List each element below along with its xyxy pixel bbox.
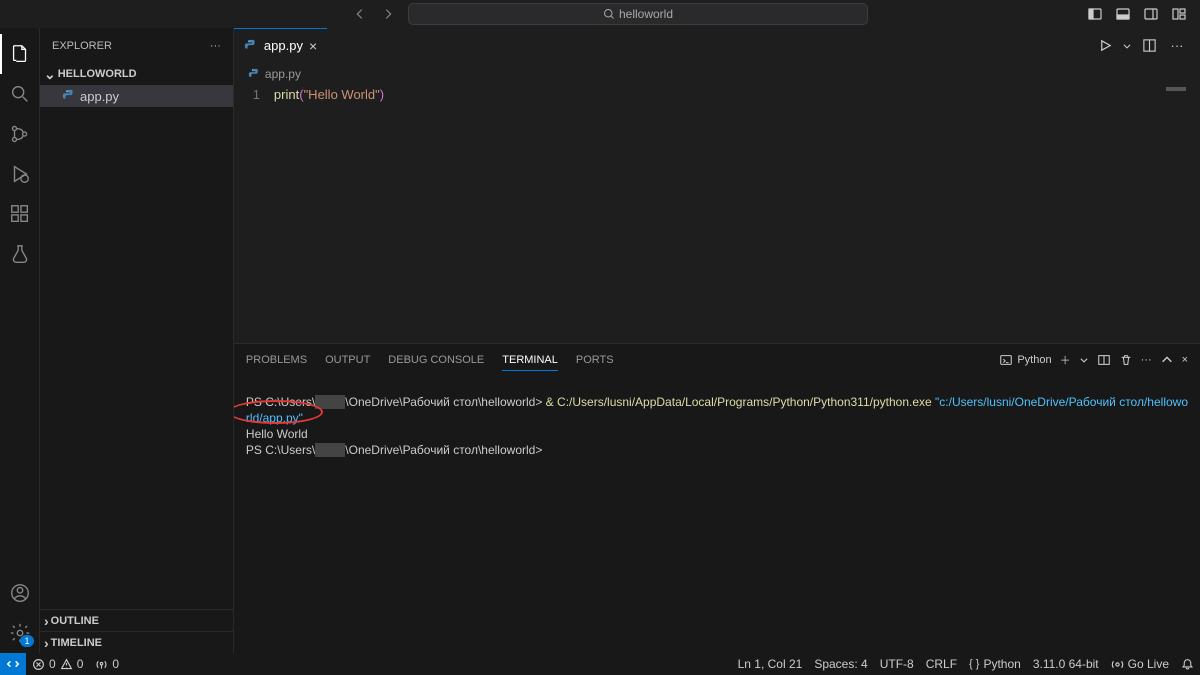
folder-name: HELLOWORLD [58, 68, 137, 80]
toggle-secondary-sidebar-icon[interactable] [1138, 2, 1164, 26]
file-item-app-py[interactable]: app.py [40, 85, 233, 107]
panel-tab-ports[interactable]: PORTS [576, 350, 614, 370]
activity-scm[interactable] [0, 114, 40, 154]
title-bar: helloworld [0, 0, 1200, 28]
activity-bar: 1 [0, 28, 40, 653]
editor-tabs: app.py × ··· [234, 28, 1200, 63]
manage-badge: 1 [20, 635, 33, 647]
panel-tab-debug[interactable]: DEBUG CONSOLE [388, 350, 484, 370]
remote-icon [6, 657, 20, 671]
activity-search[interactable] [0, 74, 40, 114]
nav-buttons [348, 2, 400, 26]
activity-testing[interactable] [0, 234, 40, 274]
toggle-primary-sidebar-icon[interactable] [1082, 2, 1108, 26]
status-encoding[interactable]: UTF-8 [874, 653, 920, 675]
activity-extensions[interactable] [0, 194, 40, 234]
split-terminal-icon[interactable] [1097, 353, 1111, 367]
python-file-icon [62, 89, 76, 103]
terminal-output[interactable]: PS C:\Users\xxxxx\OneDrive\Рабочий стол\… [234, 376, 1200, 653]
toggle-panel-icon[interactable] [1110, 2, 1136, 26]
status-problems[interactable]: 0 0 [26, 653, 89, 675]
explorer-sidebar: EXPLORER ··· ⌄ HELLOWORLD app.py › OUTLI… [40, 28, 234, 653]
warning-icon [60, 658, 73, 671]
line-number: 1 [234, 87, 274, 102]
bell-icon [1181, 658, 1194, 671]
activity-manage[interactable]: 1 [0, 613, 40, 653]
new-terminal-icon[interactable]: ＋ [1060, 352, 1071, 368]
code-line-1: 1 print("Hello World") [234, 87, 1200, 102]
nav-back-icon[interactable] [348, 2, 372, 26]
status-language[interactable]: { } Python [963, 653, 1027, 675]
status-lncol[interactable]: Ln 1, Col 21 [732, 653, 809, 675]
explorer-header: EXPLORER ··· [40, 28, 233, 63]
explorer-title: EXPLORER [52, 40, 112, 52]
run-button[interactable] [1094, 35, 1116, 57]
remote-button[interactable] [0, 653, 26, 675]
terminal-shell-label[interactable]: Python [999, 353, 1051, 367]
status-golive[interactable]: Go Live [1105, 653, 1175, 675]
editor-more-icon[interactable]: ··· [1166, 35, 1188, 57]
outline-section[interactable]: › OUTLINE [40, 609, 233, 631]
tab-close-icon[interactable]: × [309, 38, 317, 54]
python-file-icon [244, 39, 258, 53]
terminal-dropdown-icon[interactable] [1079, 355, 1089, 365]
layout-controls [1082, 2, 1192, 26]
editor-actions: ··· [1094, 28, 1200, 63]
braces-icon: { } [969, 658, 979, 670]
bottom-panel: PROBLEMS OUTPUT DEBUG CONSOLE TERMINAL P… [234, 343, 1200, 653]
redacted-text: xxxxx [315, 443, 345, 457]
outline-label: OUTLINE [51, 615, 99, 627]
editor-area: app.py × ··· app.py 1 [234, 28, 1200, 653]
breadcrumb[interactable]: app.py [234, 63, 1200, 85]
activity-accounts[interactable] [0, 573, 40, 613]
activity-explorer[interactable] [0, 34, 40, 74]
command-center-search[interactable]: helloworld [408, 3, 868, 25]
folder-section[interactable]: ⌄ HELLOWORLD [40, 63, 233, 85]
timeline-label: TIMELINE [51, 637, 102, 649]
status-bar: 0 0 0 Ln 1, Col 21 Spaces: 4 UTF-8 CRLF … [0, 653, 1200, 675]
error-icon [32, 658, 45, 671]
panel-more-icon[interactable]: ··· [1141, 354, 1152, 366]
status-interpreter[interactable]: 3.11.0 64-bit [1027, 653, 1105, 675]
panel-tab-output[interactable]: OUTPUT [325, 350, 370, 370]
panel-tab-problems[interactable]: PROBLEMS [246, 350, 307, 370]
search-placeholder: helloworld [619, 7, 673, 21]
timeline-section[interactable]: › TIMELINE [40, 631, 233, 653]
panel-tab-terminal[interactable]: TERMINAL [502, 350, 558, 371]
customize-layout-icon[interactable] [1166, 2, 1192, 26]
minimap[interactable] [1166, 85, 1186, 95]
split-editor-icon[interactable] [1138, 35, 1160, 57]
antenna-icon [95, 658, 108, 671]
terminal-icon [999, 353, 1013, 367]
status-notifications[interactable] [1175, 653, 1200, 675]
redacted-text: xxxxx [315, 395, 345, 409]
tab-app-py[interactable]: app.py × [234, 28, 327, 63]
tab-label: app.py [264, 38, 303, 53]
file-name: app.py [80, 89, 119, 104]
breadcrumb-file: app.py [265, 67, 301, 81]
explorer-more-icon[interactable]: ··· [210, 40, 221, 52]
panel-tabs: PROBLEMS OUTPUT DEBUG CONSOLE TERMINAL P… [234, 344, 1200, 376]
panel-close-icon[interactable]: × [1182, 354, 1188, 366]
chevron-down-icon: ⌄ [44, 66, 56, 83]
nav-forward-icon[interactable] [376, 2, 400, 26]
chevron-right-icon: › [44, 613, 49, 629]
panel-chevron-up-icon[interactable] [1160, 353, 1174, 367]
status-indent[interactable]: Spaces: 4 [808, 653, 873, 675]
python-file-icon [248, 68, 261, 81]
broadcast-icon [1111, 658, 1124, 671]
activity-debug[interactable] [0, 154, 40, 194]
code-editor[interactable]: 1 print("Hello World") [234, 85, 1200, 343]
run-dropdown-icon[interactable] [1122, 35, 1132, 57]
chevron-right-icon: › [44, 635, 49, 651]
status-ports[interactable]: 0 [89, 653, 125, 675]
kill-terminal-icon[interactable] [1119, 353, 1133, 367]
status-eol[interactable]: CRLF [920, 653, 963, 675]
search-icon [603, 8, 615, 20]
terminal-output-hello: Hello World [246, 427, 308, 441]
